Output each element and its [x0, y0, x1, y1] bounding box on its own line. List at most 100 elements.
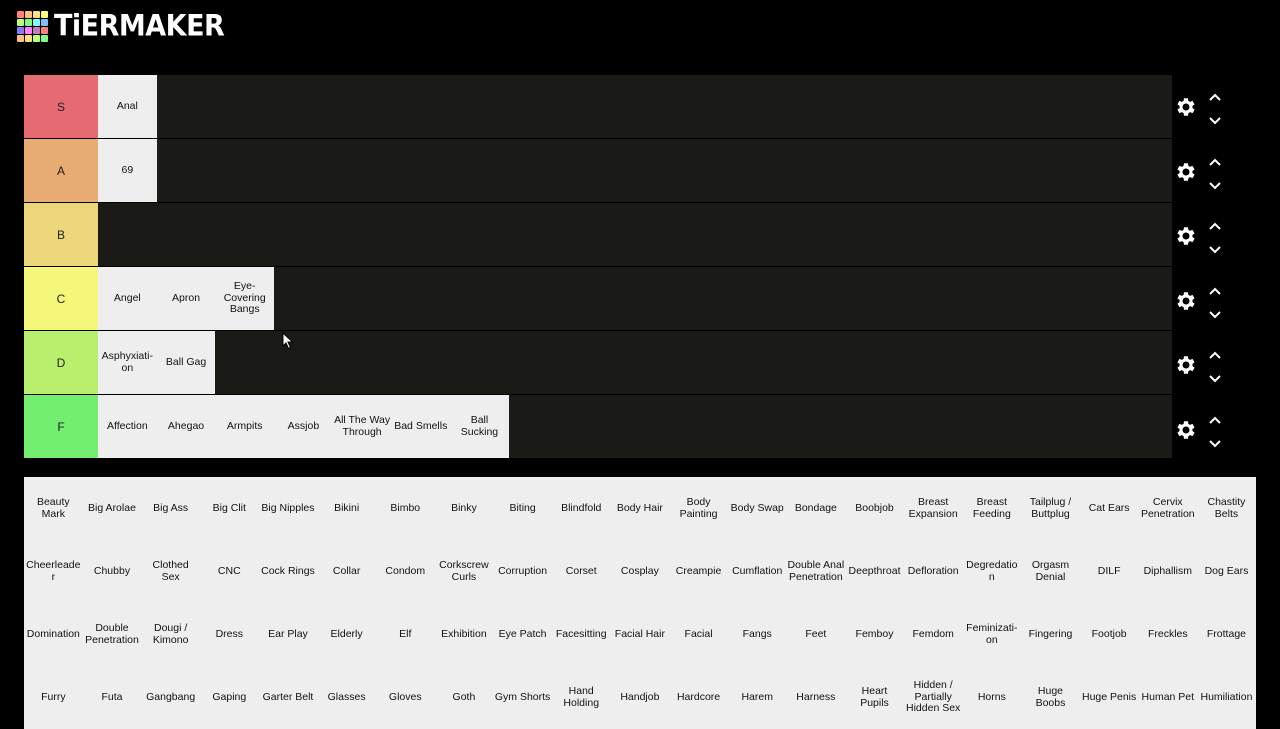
gear-icon[interactable] — [1174, 289, 1198, 313]
pool-item-card[interactable]: Body Hair — [610, 477, 670, 540]
pool-item-card[interactable]: Diphallism — [1138, 540, 1198, 603]
pool-item-card[interactable]: Breast Expansion — [903, 477, 963, 540]
pool-item-card[interactable]: Big Nipples — [258, 477, 318, 540]
chevron-up-icon[interactable] — [1208, 283, 1222, 295]
chevron-down-icon[interactable] — [1208, 178, 1222, 189]
pool-item-card[interactable]: Footjob — [1079, 603, 1139, 666]
pool-item-card[interactable]: Cosplay — [610, 540, 670, 603]
gear-icon[interactable] — [1174, 160, 1198, 184]
pool-item-card[interactable]: Cheerleader — [24, 540, 83, 603]
tier-item-card[interactable]: Ball Gag — [156, 331, 216, 394]
pool-item-card[interactable]: Bondage — [786, 477, 846, 540]
tier-item-card[interactable]: Affection — [98, 395, 157, 458]
chevron-up-icon[interactable] — [1208, 412, 1222, 424]
tier-item-card[interactable]: Armpits — [215, 395, 275, 458]
pool-item-card[interactable]: Feet — [786, 603, 846, 666]
pool-item-card[interactable]: Cervix Penetration — [1138, 477, 1198, 540]
chevron-down-icon[interactable] — [1208, 307, 1222, 318]
chevron-down-icon[interactable] — [1208, 371, 1222, 383]
pool-item-card[interactable]: Ear Play — [258, 603, 318, 666]
pool-item-card[interactable]: Tailplug / Buttplug — [1021, 477, 1080, 540]
gear-icon[interactable] — [1174, 224, 1198, 248]
tier-item-card[interactable]: Eye-Covering Bangs — [215, 267, 275, 330]
pool-item-card[interactable]: Femboy — [845, 603, 904, 666]
tier-item-card[interactable]: 69 — [98, 139, 157, 202]
tier-item-card[interactable]: Ahegao — [156, 395, 216, 458]
pool-item-card[interactable]: Chubby — [82, 540, 142, 603]
pool-item-card[interactable]: Facesitting — [551, 603, 611, 666]
pool-item-card[interactable]: Blindfold — [551, 477, 611, 540]
pool-item-card[interactable]: Big Arolae — [82, 477, 142, 540]
tier-label-s[interactable]: S — [24, 75, 98, 138]
pool-item-card[interactable]: Frottage — [1197, 603, 1256, 666]
pool-item-card[interactable]: Breast Feeding — [962, 477, 1022, 540]
pool-item-card[interactable]: Bimbo — [375, 477, 435, 540]
pool-item-card[interactable]: Boobjob — [845, 477, 904, 540]
tier-item-card[interactable]: Angel — [98, 267, 157, 330]
pool-item-card[interactable]: Beauty Mark — [24, 477, 83, 540]
pool-item-card[interactable]: Facial — [669, 603, 728, 666]
pool-item-card[interactable]: Dog Ears — [1197, 540, 1256, 603]
chevron-down-icon[interactable] — [1208, 436, 1222, 447]
pool-item-card[interactable]: Biting — [493, 477, 552, 540]
pool-item-card[interactable]: Feminizati-on — [962, 603, 1022, 666]
pool-item-card[interactable]: Orgasm Denial — [1021, 540, 1080, 603]
pool-item-card[interactable]: Body Swap — [727, 477, 787, 540]
tier-label-c[interactable]: C — [24, 267, 98, 330]
pool-item-card[interactable]: Fingering — [1021, 603, 1080, 666]
pool-item-card[interactable]: DILF — [1079, 540, 1139, 603]
pool-item-card[interactable]: CNC — [199, 540, 259, 603]
chevron-up-icon[interactable] — [1208, 89, 1222, 101]
chevron-up-icon[interactable] — [1208, 347, 1222, 359]
tier-item-card[interactable]: Bad Smells — [391, 395, 451, 458]
pool-item-card[interactable]: Defloration — [903, 540, 963, 603]
pool-item-card[interactable]: Corset — [551, 540, 611, 603]
chevron-down-icon[interactable] — [1208, 113, 1222, 125]
tier-item-card[interactable]: Assjob — [274, 395, 333, 458]
pool-item-card[interactable]: Clothed Sex — [141, 540, 200, 603]
pool-item-card[interactable]: Freckles — [1138, 603, 1198, 666]
tier-item-card[interactable]: Asphyxiati-on — [98, 331, 157, 394]
pool-item-card[interactable]: Facial Hair — [610, 603, 670, 666]
pool-item-card[interactable]: Body Painting — [669, 477, 728, 540]
pool-item-card[interactable]: Domination — [24, 603, 83, 666]
gear-icon[interactable] — [1174, 418, 1198, 442]
tier-item-card[interactable]: Ball Sucking — [450, 395, 509, 458]
pool-item-card[interactable]: Binky — [434, 477, 494, 540]
logo-text[interactable]: TiERMAKER — [54, 9, 225, 42]
pool-item-card[interactable]: Cumflation — [727, 540, 787, 603]
pool-item-card[interactable]: Fangs — [727, 603, 787, 666]
pool-item-card[interactable]: Cat Ears — [1079, 477, 1139, 540]
tier-label-f[interactable]: F — [24, 395, 98, 458]
pool-item-card[interactable]: Elf — [375, 603, 435, 666]
pool-item-card[interactable]: Double Anal Penetration — [786, 540, 846, 603]
chevron-up-icon[interactable] — [1208, 218, 1222, 230]
tier-item-card[interactable]: Anal — [98, 75, 157, 138]
chevron-up-icon[interactable] — [1208, 154, 1222, 166]
gear-icon[interactable] — [1174, 353, 1198, 377]
pool-item-card[interactable]: Femdom — [903, 603, 963, 666]
gear-icon[interactable] — [1174, 95, 1198, 119]
pool-item-card[interactable]: Dougi / Kimono — [141, 603, 200, 666]
tier-item-card[interactable]: Apron — [156, 267, 216, 330]
chevron-down-icon[interactable] — [1208, 242, 1222, 254]
pool-item-card[interactable]: Elderly — [317, 603, 376, 666]
pool-item-card[interactable]: Creampie — [669, 540, 728, 603]
pool-item-card[interactable]: Big Ass — [141, 477, 200, 540]
tier-label-b[interactable]: B — [24, 203, 98, 266]
pool-item-card[interactable]: Corkscrew Curls — [434, 540, 494, 603]
pool-item-card[interactable]: Dress — [199, 603, 259, 666]
tier-label-d[interactable]: D — [24, 331, 98, 394]
logo-icon[interactable] — [17, 10, 48, 42]
pool-item-card[interactable]: Double Penetration — [82, 603, 142, 666]
pool-item-card[interactable]: Condom — [375, 540, 435, 603]
pool-item-card[interactable]: Degredation — [962, 540, 1022, 603]
pool-item-card[interactable]: Exhibition — [434, 603, 494, 666]
pool-item-card[interactable]: Deepthroat — [845, 540, 904, 603]
pool-item-card[interactable]: Bikini — [317, 477, 376, 540]
pool-item-card[interactable]: Chastity Belts — [1197, 477, 1256, 540]
tier-item-card[interactable]: All The Way Through — [332, 395, 392, 458]
pool-item-card[interactable]: Cock Rings — [258, 540, 318, 603]
pool-item-card[interactable]: Collar — [317, 540, 376, 603]
pool-item-card[interactable]: Corruption — [493, 540, 552, 603]
